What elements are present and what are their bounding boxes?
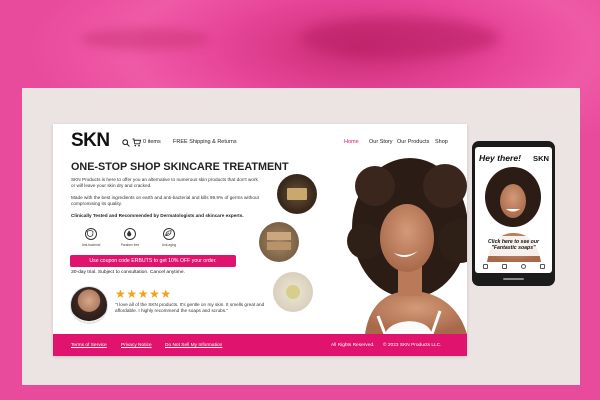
nav-our-products[interactable]: Our Products bbox=[397, 139, 429, 145]
badge-label-paraben-free: Paraben free bbox=[120, 243, 140, 247]
testimonial-avatar bbox=[70, 286, 108, 324]
site-logo[interactable]: SKN bbox=[71, 130, 110, 152]
nav-home[interactable]: Home bbox=[344, 139, 359, 145]
footer-rights: All Rights Reserved. bbox=[331, 343, 375, 348]
shield-icon bbox=[85, 228, 97, 240]
privacy-link[interactable]: Privacy Notice bbox=[121, 343, 152, 348]
home-indicator bbox=[503, 278, 524, 280]
desktop-website: SKN 0 items FREE Shipping & Returns Home… bbox=[53, 124, 467, 356]
hero-model-photo bbox=[290, 146, 467, 335]
nav-our-story[interactable]: Our Story bbox=[369, 139, 393, 145]
do-not-sell-link[interactable]: Do Not Sell My Information bbox=[165, 343, 222, 348]
mobile-greeting: Hey there! bbox=[479, 153, 522, 163]
background-lip-shape bbox=[300, 18, 500, 58]
hero-headline: ONE-STOP SHOP SKINCARE TREATMENT bbox=[71, 161, 289, 173]
mobile-screen: Hey there! SKN Click here to see our "Fa… bbox=[475, 147, 552, 273]
cart-tab-icon[interactable] bbox=[540, 264, 545, 269]
search-tab-icon[interactable] bbox=[521, 264, 526, 269]
nav-shop[interactable]: Shop bbox=[435, 139, 448, 145]
badge-label-anti-aging: Anti-aging bbox=[161, 243, 177, 247]
hero-intro: SKN Products is here to offer you an alt… bbox=[71, 177, 258, 189]
testimonial-quote: "I love all of the SKN products. It's ge… bbox=[115, 302, 265, 314]
badge-label-antibacterial: Anti-bacterial bbox=[81, 243, 101, 247]
star-rating: ★★★★★ bbox=[115, 287, 172, 301]
shop-tab-icon[interactable] bbox=[502, 264, 507, 269]
droplet-icon bbox=[124, 228, 136, 240]
hero-clinical: Clinically Tested and Recommended by Der… bbox=[71, 213, 244, 218]
leaf-icon bbox=[163, 228, 175, 240]
product-soap-bar-2[interactable] bbox=[259, 222, 299, 262]
home-tab-icon[interactable] bbox=[483, 264, 488, 269]
hero-ingredients: Made with the best ingredients on earth … bbox=[71, 195, 259, 207]
mobile-cta-button[interactable]: Click here to see our "Fantastic soaps" bbox=[480, 236, 547, 256]
product-soap-bar-1[interactable] bbox=[277, 174, 317, 214]
site-footer: Terms of Service Privacy Notice Do Not S… bbox=[53, 334, 467, 356]
search-icon[interactable] bbox=[122, 139, 130, 147]
mobile-cta-line2: "Fantastic soaps" bbox=[491, 245, 536, 251]
cart-icon[interactable] bbox=[132, 138, 141, 147]
footer-copyright: © 2023 SKN Products LLC. bbox=[383, 343, 442, 348]
cart-count[interactable]: 0 items bbox=[143, 139, 161, 145]
shipping-notice: FREE Shipping & Returns bbox=[173, 139, 237, 145]
trial-notice: 30-day trial. Subject to consultation. C… bbox=[71, 270, 185, 275]
mobile-mockup: Hey there! SKN Click here to see our "Fa… bbox=[472, 141, 555, 286]
product-scrub[interactable] bbox=[273, 272, 313, 312]
coupon-button[interactable]: Use coupon code ERBUTS to get 10% OFF yo… bbox=[70, 255, 236, 267]
terms-link[interactable]: Terms of Service bbox=[71, 343, 107, 348]
mobile-logo[interactable]: SKN bbox=[533, 154, 549, 163]
background-eye-shape bbox=[80, 28, 210, 50]
